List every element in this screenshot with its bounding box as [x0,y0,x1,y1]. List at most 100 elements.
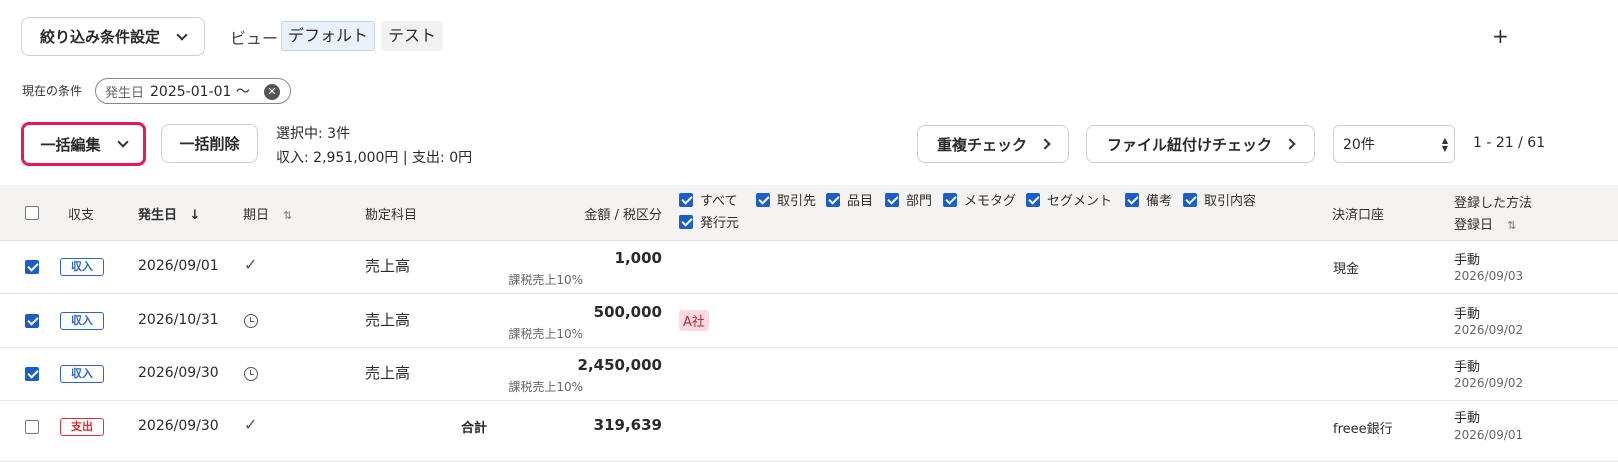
bulk-edit-label: 一括編集 [40,135,101,154]
column-toggle-checkbox[interactable] [943,193,957,207]
column-toggle-checkbox[interactable] [1026,193,1040,207]
column-toggle[interactable]: すべて [679,190,738,209]
registered-date: 2026/09/02 [1454,376,1524,390]
bulk-delete-label: 一括削除 [179,135,240,153]
condition-chip[interactable]: 発生日 2025-01-01 〜 ✕ [95,78,291,104]
header-registered-label: 登録日 [1454,218,1494,233]
date-cell: 2026/10/31 [138,312,219,328]
column-toggle[interactable]: 部門 [885,190,932,209]
bulk-delete-button[interactable]: 一括削除 [161,124,258,163]
column-toggle-label: メモタグ [964,194,1017,209]
total-label: 合計 [461,421,488,436]
method-cell: 手動 [1454,360,1481,375]
amount-cell: 319,639 [593,416,662,434]
file-link-check-button[interactable]: ファイル紐付けチェック [1086,125,1315,163]
column-toggle-label: 品目 [847,194,874,209]
column-toggle[interactable]: メモタグ [943,190,1016,209]
clock-hand [250,370,254,375]
table-header: 収支 発生日 ↓ 期日 ⇅ 勘定科目 金額 / 税区分 すべて 取引先 品目 部門 メモ… [0,185,1618,241]
type-badge: 支出 [60,418,104,436]
column-toggle[interactable]: 品目 [826,190,873,209]
chevron-down-icon [116,136,129,148]
table-row[interactable]: 収入 2026/09/30 売上高 2,450,000 課税売上10% 手動 2026/09… [0,348,1618,401]
date-cell: 2026/09/30 [138,365,219,381]
select-arrows-icon: ▲ ▼ [1441,136,1448,153]
view-label: ビュー [230,29,279,48]
tab-view-test[interactable]: テスト [381,21,444,51]
selection-totals: 収入: 2,951,000円 | 支出: 0円 [276,150,473,166]
per-page-select[interactable]: 20件 ▲ ▼ [1333,125,1455,163]
row-checkbox[interactable] [25,314,39,328]
column-toggle[interactable]: 備考 [1125,190,1172,209]
per-page-value: 20件 [1343,137,1375,153]
column-toggle-label: 取引内容 [1204,194,1257,209]
add-view-button[interactable]: + [1492,24,1509,48]
type-badge: 収入 [60,312,104,330]
date-cell: 2026/09/01 [138,258,219,274]
header-account: 勘定科目 [365,208,418,223]
column-toggle[interactable]: 取引先 [756,190,816,209]
select-all-checkbox[interactable] [25,206,39,220]
sort-icon: ⇅ [1507,219,1517,232]
column-toggle-checkbox[interactable] [679,193,693,207]
column-toggle[interactable]: 発行元 [679,212,739,231]
header-date[interactable]: 発生日 ↓ [138,204,200,223]
tax-category: 課税売上10% [508,273,583,287]
tab-view-default[interactable]: デフォルト [281,21,376,51]
column-toggle-label: 発行元 [700,216,740,231]
row-checkbox[interactable] [25,420,39,434]
row-checkbox[interactable] [25,367,39,381]
registered-date: 2026/09/03 [1454,269,1524,283]
column-toggle-checkbox[interactable] [885,193,899,207]
condition-field: 発生日 [105,85,145,101]
table-row[interactable]: 収入 2026/10/31 売上高 500,000 課税売上10% A社 手動 2026/09… [0,295,1618,348]
chevron-right-icon [1039,138,1051,150]
registered-date: 2026/09/02 [1454,323,1524,337]
filter-settings-button[interactable]: 絞り込み条件設定 [21,17,205,56]
header-date-label: 発生日 [138,208,178,223]
header-registered[interactable]: 登録日 ⇅ [1454,214,1516,233]
column-toggle[interactable]: 取引内容 [1183,190,1256,209]
date-cell: 2026/09/30 [138,418,219,434]
duplicate-check-button[interactable]: 重複チェック [917,125,1069,163]
amount-cell: 2,450,000 [577,356,662,374]
wallet-cell: 現金 [1333,262,1360,277]
method-cell: 手動 [1454,307,1481,322]
pagination-range: 1 - 21 / 61 [1473,135,1546,151]
column-toggle[interactable]: セグメント [1026,190,1112,209]
column-toggle-label: 取引先 [777,194,817,209]
header-type: 収支 [68,208,95,223]
clock-hand [250,317,254,322]
tax-category: 課税売上10% [508,327,583,341]
row-checkbox[interactable] [25,260,39,274]
bulk-edit-button[interactable]: 一括編集 [21,122,146,166]
account-cell: 売上高 [365,257,411,275]
account-cell: 売上高 [365,364,411,382]
wallet-cell: freee銀行 [1333,422,1393,437]
duplicate-check-label: 重複チェック [936,135,1027,154]
header-amount: 金額 / 税区分 [584,208,662,223]
column-toggle-checkbox[interactable] [1125,193,1139,207]
column-toggle-label: すべて [700,194,738,209]
column-toggle-label: 備考 [1146,194,1173,209]
tax-category: 課税売上10% [508,380,583,394]
column-toggle-checkbox[interactable] [826,193,840,207]
column-toggle-checkbox[interactable] [1183,193,1197,207]
registered-date: 2026/09/01 [1454,428,1524,442]
partner-tag: A社 [679,310,709,331]
column-toggle-checkbox[interactable] [756,193,770,207]
method-cell: 手動 [1454,411,1481,426]
amount-cell: 500,000 [593,303,662,321]
sort-icon: ⇅ [283,209,293,222]
method-cell: 手動 [1454,253,1481,268]
amount-cell: 1,000 [614,249,662,267]
header-due[interactable]: 期日 ⇅ [243,204,292,223]
column-toggle-checkbox[interactable] [679,215,693,229]
clear-condition-icon[interactable]: ✕ [264,84,280,100]
filter-settings-label: 絞り込み条件設定 [39,28,160,46]
column-toggle-label: セグメント [1047,194,1113,209]
table-row[interactable]: 支出 2026/09/30 ✓ 合計 319,639 freee銀行 手動 2026/09/0… [0,401,1618,462]
chevron-down-icon [176,28,188,41]
selection-count: 選択中: 3件 [276,126,351,142]
table-row[interactable]: 収入 2026/09/01 ✓ 売上高 1,000 課税売上10% 現金 手動 2026/09/… [0,241,1618,294]
